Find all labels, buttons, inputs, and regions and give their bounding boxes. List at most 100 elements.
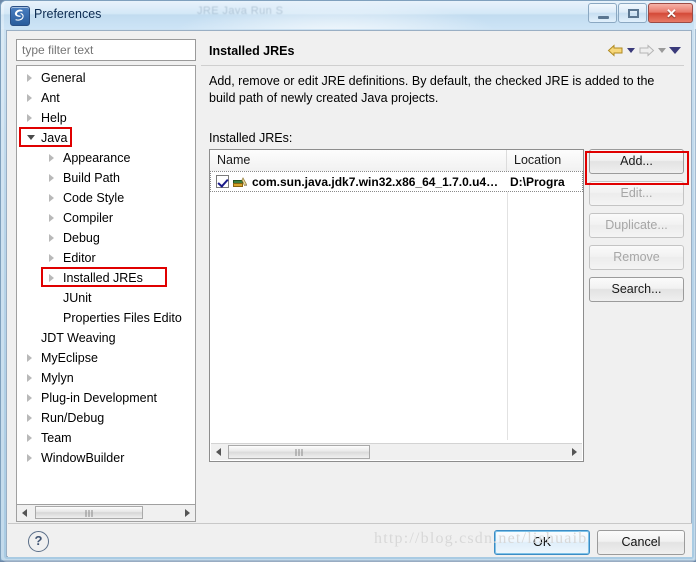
tree-item-windowbuilder[interactable]: WindowBuilder bbox=[17, 448, 195, 468]
tree-item-code-style[interactable]: Code Style bbox=[17, 188, 195, 208]
back-dropdown-icon[interactable] bbox=[627, 48, 635, 53]
tree-item-label: Java bbox=[41, 131, 68, 145]
scroll-left-button[interactable] bbox=[17, 505, 33, 520]
chevron-right-icon[interactable] bbox=[49, 154, 54, 162]
tree-item-myeclipse[interactable]: MyEclipse bbox=[17, 348, 195, 368]
forward-dropdown-icon[interactable] bbox=[658, 48, 666, 53]
table-horizontal-scrollbar[interactable] bbox=[211, 443, 582, 460]
chevron-right-icon[interactable] bbox=[27, 94, 32, 102]
tree-item-installed-jres[interactable]: Installed JREs bbox=[17, 268, 195, 288]
tree-item-build-path[interactable]: Build Path bbox=[17, 168, 195, 188]
chevron-right-icon[interactable] bbox=[27, 374, 32, 382]
edit-button: Edit... bbox=[589, 181, 684, 206]
triangle-left-icon bbox=[22, 509, 27, 517]
tree-horizontal-scrollbar[interactable] bbox=[16, 505, 196, 522]
table-header-row: Name Location bbox=[210, 150, 583, 172]
preferences-window: JRE Java Run S Preferences ✕ type filter… bbox=[0, 0, 696, 562]
tree-item-mylyn[interactable]: Mylyn bbox=[17, 368, 195, 388]
chevron-right-icon[interactable] bbox=[49, 254, 54, 262]
page-description: Add, remove or edit JRE definitions. By … bbox=[209, 74, 655, 105]
maximize-button[interactable] bbox=[618, 3, 647, 23]
tree-item-label: Help bbox=[41, 111, 67, 125]
tree-item-ant[interactable]: Ant bbox=[17, 88, 195, 108]
column-header-name[interactable]: Name bbox=[210, 150, 507, 171]
chevron-right-icon[interactable] bbox=[27, 74, 32, 82]
watermark-text: http://blog.csdn.net/lishuaib bbox=[374, 530, 588, 547]
tree-item-run-debug[interactable]: Run/Debug bbox=[17, 408, 195, 428]
chevron-right-icon[interactable] bbox=[27, 414, 32, 422]
page-header: Installed JREs bbox=[201, 39, 684, 65]
tree-item-jdt-weaving[interactable]: JDT Weaving bbox=[17, 328, 195, 348]
minimize-button[interactable] bbox=[588, 3, 617, 23]
triangle-left-icon bbox=[216, 448, 221, 456]
minimize-icon bbox=[598, 16, 609, 19]
tree-item-plug-in-development[interactable]: Plug-in Development bbox=[17, 388, 195, 408]
jre-checkbox[interactable] bbox=[216, 175, 229, 188]
maximize-icon bbox=[628, 9, 639, 18]
chevron-right-icon[interactable] bbox=[49, 274, 54, 282]
column-header-location[interactable]: Location bbox=[507, 150, 583, 171]
chevron-right-icon[interactable] bbox=[27, 354, 32, 362]
page-navigation bbox=[607, 43, 681, 58]
tree-item-junit[interactable]: JUnit bbox=[17, 288, 195, 308]
scrollbar-thumb[interactable] bbox=[35, 506, 143, 519]
tree-item-label: Run/Debug bbox=[41, 411, 105, 425]
table-scrollbar-thumb[interactable] bbox=[228, 445, 370, 459]
preferences-dialog: General Ant Help Java Appearance Build Path Co… bbox=[6, 30, 692, 557]
scroll-right-button[interactable] bbox=[179, 505, 195, 520]
page-title: Installed JREs bbox=[209, 44, 295, 58]
tree-item-general[interactable]: General bbox=[17, 68, 195, 88]
triangle-right-icon bbox=[185, 509, 190, 517]
remove-button: Remove bbox=[589, 245, 684, 270]
tree-item-java[interactable]: Java bbox=[17, 128, 195, 148]
tree-item-label: Ant bbox=[41, 91, 60, 105]
chevron-right-icon[interactable] bbox=[49, 194, 54, 202]
search-button[interactable]: Search... bbox=[589, 277, 684, 302]
jre-name-cell: com.sun.java.jdk7.win32.x86_64_1.7.0.u4… bbox=[252, 175, 499, 189]
tree-item-compiler[interactable]: Compiler bbox=[17, 208, 195, 228]
tree-item-label: Plug-in Development bbox=[41, 391, 158, 405]
tree-item-label: JDT Weaving bbox=[41, 331, 116, 345]
tree-item-label: Compiler bbox=[63, 211, 114, 225]
chevron-right-icon[interactable] bbox=[49, 214, 54, 222]
tree-item-debug[interactable]: Debug bbox=[17, 228, 195, 248]
chevron-right-icon[interactable] bbox=[27, 394, 32, 402]
jre-location-cell: D:\Progra bbox=[510, 175, 565, 189]
tree-item-label: Installed JREs bbox=[63, 271, 143, 285]
triangle-right-icon bbox=[572, 448, 577, 456]
chevron-right-icon[interactable] bbox=[27, 114, 32, 122]
tree-item-label: Properties Files Edito bbox=[63, 311, 182, 325]
tree-item-help[interactable]: Help bbox=[17, 108, 195, 128]
back-arrow-icon[interactable] bbox=[607, 43, 624, 58]
close-button[interactable]: ✕ bbox=[648, 3, 693, 23]
table-row[interactable]: com.sun.java.jdk7.win32.x86_64_1.7.0.u4…… bbox=[210, 171, 583, 192]
chevron-right-icon[interactable] bbox=[27, 454, 32, 462]
jre-table[interactable]: Name Location com.sun.java.jdk7.win32.x8… bbox=[209, 149, 584, 462]
table-label-text: Installed JREs: bbox=[209, 131, 293, 145]
tree-item-appearance[interactable]: Appearance bbox=[17, 148, 195, 168]
tree-item-editor[interactable]: Editor bbox=[17, 248, 195, 268]
close-icon: ✕ bbox=[666, 6, 677, 21]
chevron-right-icon[interactable] bbox=[49, 234, 54, 242]
tree-item-label: Editor bbox=[63, 251, 96, 265]
tree-item-label: MyEclipse bbox=[41, 351, 98, 365]
chevron-right-icon[interactable] bbox=[49, 174, 54, 182]
filter-input[interactable] bbox=[16, 39, 196, 61]
tree-item-label: Appearance bbox=[63, 151, 131, 165]
chevron-right-icon[interactable] bbox=[27, 434, 32, 442]
page-menu-dropdown-icon[interactable] bbox=[669, 47, 681, 54]
tree-item-label: Mylyn bbox=[41, 371, 74, 385]
add-button[interactable]: Add... bbox=[589, 149, 684, 174]
tree-item-label: General bbox=[41, 71, 86, 85]
help-button[interactable]: ? bbox=[28, 531, 49, 552]
grip-icon bbox=[295, 449, 304, 467]
tree-item-label: Code Style bbox=[63, 191, 125, 205]
tree-item-team[interactable]: Team bbox=[17, 428, 195, 448]
jre-library-icon bbox=[233, 175, 248, 189]
tree-item-properties-files-edito[interactable]: Properties Files Edito bbox=[17, 308, 195, 328]
title-bar[interactable]: JRE Java Run S Preferences ✕ bbox=[1, 1, 696, 29]
tree-item-label: Build Path bbox=[63, 171, 120, 185]
background-window-title: JRE Java Run S bbox=[197, 5, 284, 17]
chevron-down-icon[interactable] bbox=[27, 135, 35, 140]
preferences-tree[interactable]: General Ant Help Java Appearance Build Path Co… bbox=[16, 65, 196, 505]
